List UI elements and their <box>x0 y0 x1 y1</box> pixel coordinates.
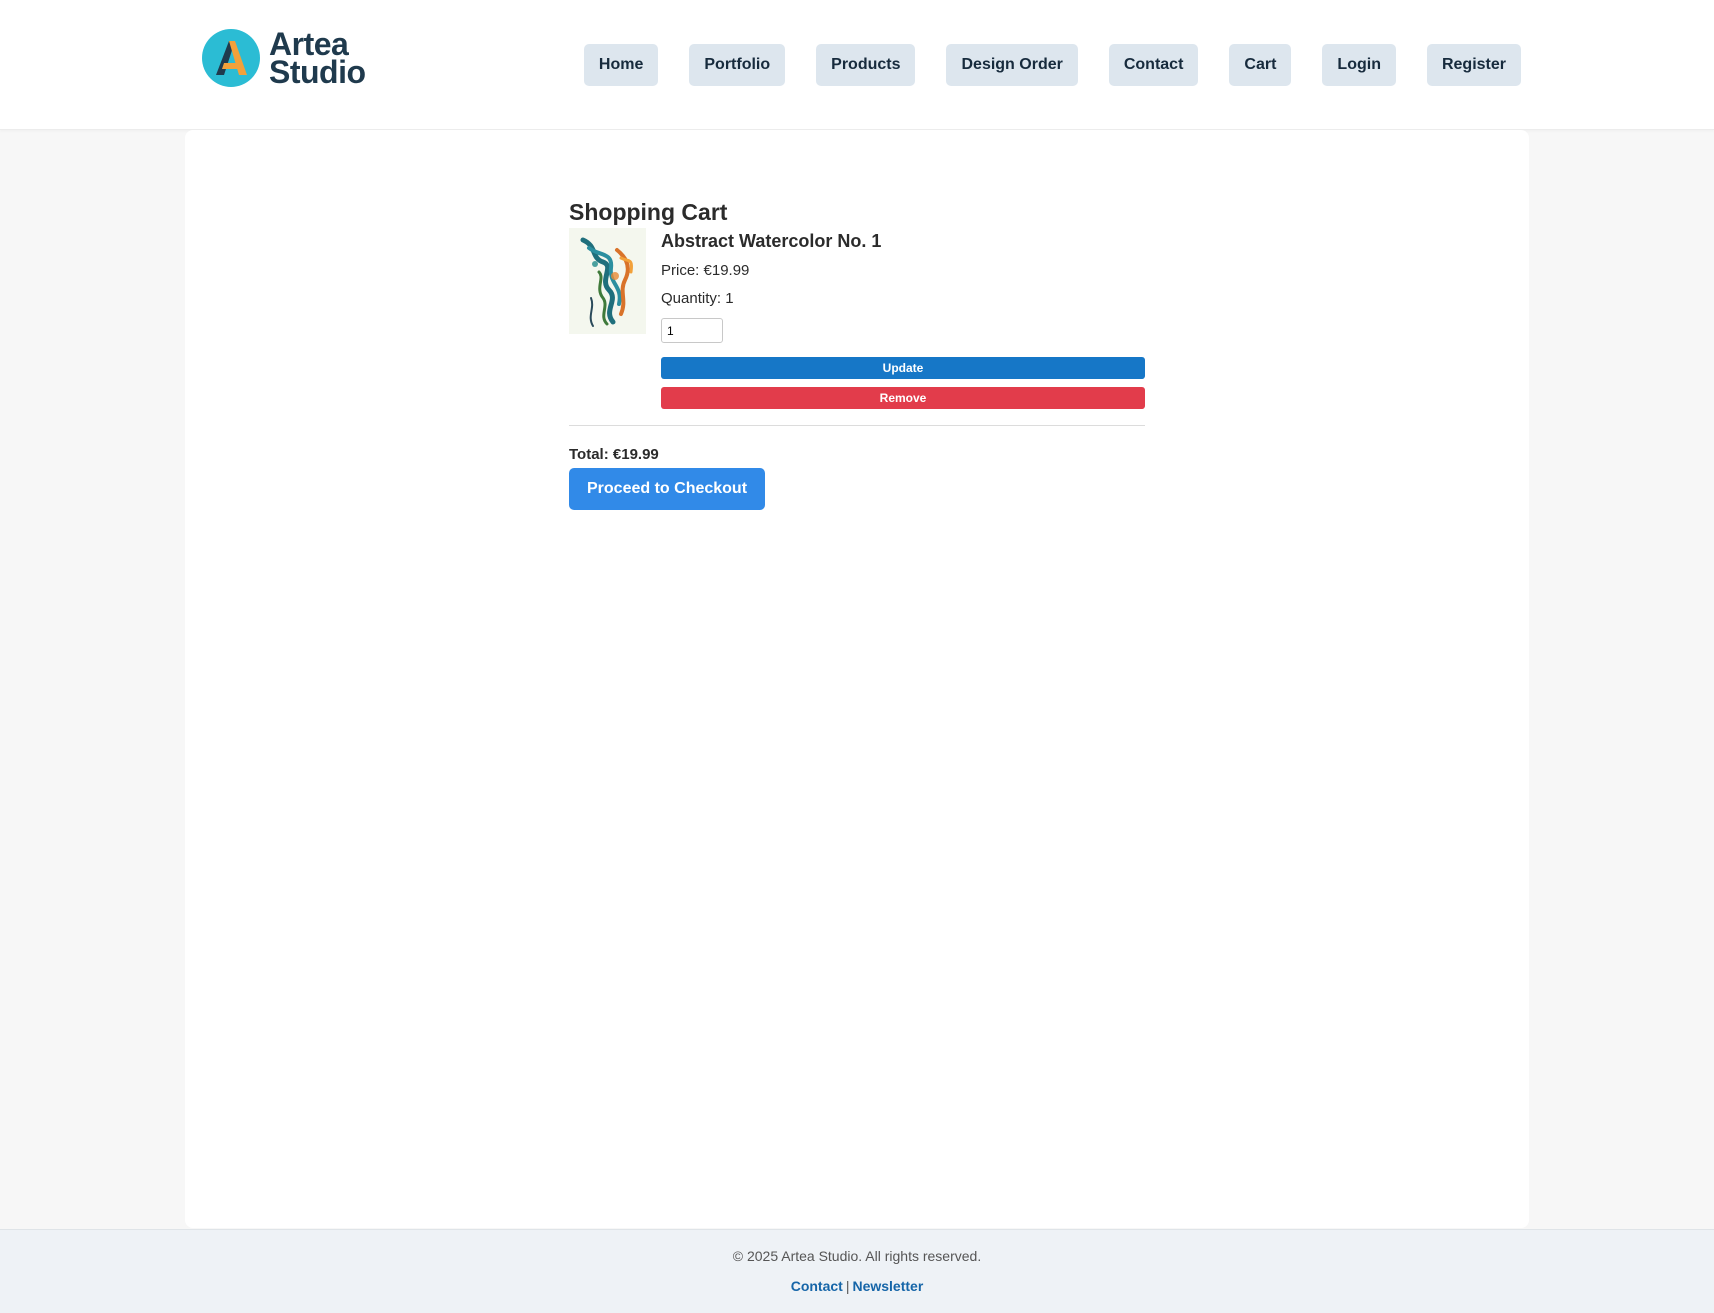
checkout-button[interactable]: Proceed to Checkout <box>569 468 766 510</box>
update-button[interactable]: Update <box>661 357 1145 379</box>
cart-total: Total: €19.99 <box>569 446 659 463</box>
cart-item: Abstract Watercolor No. 1 Price: €19.99 … <box>569 228 1145 409</box>
product-thumbnail <box>569 228 646 334</box>
site-footer: © 2025 Artea Studio. All rights reserved… <box>0 1229 1714 1313</box>
nav-cart[interactable]: Cart <box>1229 44 1292 86</box>
footer-links: Contact | Newsletter <box>0 1277 1714 1295</box>
nav-products[interactable]: Products <box>816 44 916 86</box>
artea-logo-icon <box>202 29 260 87</box>
footer-separator: | <box>845 1278 850 1294</box>
remove-button[interactable]: Remove <box>661 387 1145 409</box>
footer-link-newsletter[interactable]: Newsletter <box>852 1278 923 1294</box>
nav-login[interactable]: Login <box>1322 44 1396 86</box>
brand-name: Artea Studio <box>269 28 366 90</box>
divider <box>569 425 1145 426</box>
main-nav: Home Portfolio Products Design Order Con… <box>583 44 1521 86</box>
page-title: Shopping Cart <box>569 199 728 225</box>
nav-home[interactable]: Home <box>583 44 659 86</box>
footer-link-contact[interactable]: Contact <box>791 1278 843 1294</box>
nav-contact[interactable]: Contact <box>1108 44 1199 86</box>
abstract-watercolor-thumbnail <box>569 228 646 334</box>
cart-item-details: Abstract Watercolor No. 1 Price: €19.99 … <box>661 228 1145 409</box>
site-header: Artea Studio Home Portfolio Products Des… <box>0 0 1714 130</box>
brand-logo[interactable]: Artea Studio <box>202 28 366 88</box>
nav-design-order[interactable]: Design Order <box>946 44 1078 86</box>
nav-register[interactable]: Register <box>1426 44 1521 86</box>
brand-name-line2: Studio <box>269 54 366 90</box>
shopping-cart: Shopping Cart Abstract Watercolor No. 1 … <box>569 196 1145 510</box>
product-name[interactable]: Abstract Watercolor No. 1 <box>661 228 1145 254</box>
quantity-input[interactable] <box>661 318 723 343</box>
nav-portfolio[interactable]: Portfolio <box>689 44 786 86</box>
copyright-text: © 2025 Artea Studio. All rights reserved… <box>732 1248 982 1264</box>
product-price: Price: €19.99 <box>661 262 750 279</box>
product-quantity: Quantity: 1 <box>661 290 734 307</box>
